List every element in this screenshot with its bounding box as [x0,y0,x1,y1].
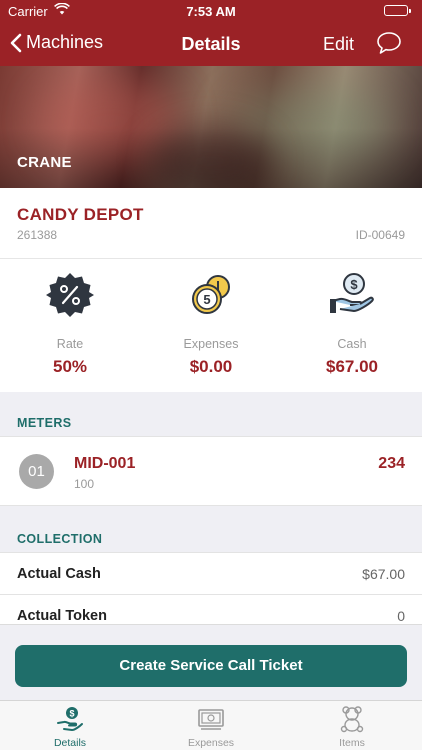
machine-type-label: CRANE [17,154,72,171]
status-bar: Carrier 7:53 AM [0,0,422,22]
collection-section-header: COLLECTION [0,508,422,552]
teddy-bear-icon [340,706,364,733]
chat-button[interactable] [376,31,402,60]
stats-panel: Rate 50% 5 Expenses $0.00 $ Cash $67.00 [0,258,422,392]
hand-money-icon: $ [330,273,374,313]
action-area: Create Service Call Ticket [0,624,422,700]
tab-bar: $ Details Expenses Items [0,700,422,750]
stat-label: Cash [337,337,367,351]
section-title: COLLECTION [17,532,103,546]
stat-value: $0.00 [189,357,233,376]
coins-icon: 5 [192,275,230,314]
chat-bubble-icon [377,32,401,54]
meters-section-header: METERS [0,392,422,436]
machine-code: 261388 [17,228,58,242]
stat-value: $67.00 [326,357,378,376]
stat-value: 50% [52,357,88,376]
receipt-icon [198,709,224,730]
meter-sub-value: 100 [74,477,95,491]
machine-photo: CRANE [0,66,422,188]
tab-expenses[interactable]: Expenses [141,701,281,750]
svg-text:$: $ [69,709,74,719]
tab-label: Items [339,737,365,749]
tab-label: Details [53,737,87,749]
section-title: METERS [17,416,72,430]
edit-button[interactable]: Edit [323,34,354,55]
tab-details[interactable]: $ Details [0,701,140,750]
create-service-call-ticket-button[interactable]: Create Service Call Ticket [15,645,407,687]
stat-label: Rate [56,337,84,351]
svg-text:5: 5 [203,292,210,307]
navigation-bar: Machines Details Edit [0,22,422,66]
row-label: Actual Token [17,608,107,624]
row-value: $67.00 [362,566,405,582]
machine-id: ID-00649 [355,228,405,242]
meter-reading: 234 [378,455,405,472]
tab-items[interactable]: Items [282,701,422,750]
tab-label: Expenses [187,737,235,749]
status-time: 7:53 AM [186,4,236,19]
row-label: Actual Cash [17,566,101,582]
stat-label: Expenses [183,337,239,351]
machine-name: CANDY DEPOT [17,205,144,224]
percent-badge-icon [46,273,94,317]
meter-number-badge: 01 [19,454,54,489]
meter-name: MID-001 [74,455,136,472]
back-button-label: Machines [26,32,104,52]
collection-row-actual-cash[interactable]: Actual Cash $67.00 [0,552,422,594]
back-button[interactable]: Machines [10,32,103,53]
machine-info: CANDY DEPOT 261388 ID-00649 [0,188,422,258]
chevron-left-icon [10,33,22,52]
meter-row[interactable]: 01 MID-001 100 234 [0,436,422,506]
hand-money-icon: $ [57,707,83,731]
row-value: 0 [397,608,405,624]
svg-text:$: $ [350,277,358,292]
battery-icon [384,5,411,16]
